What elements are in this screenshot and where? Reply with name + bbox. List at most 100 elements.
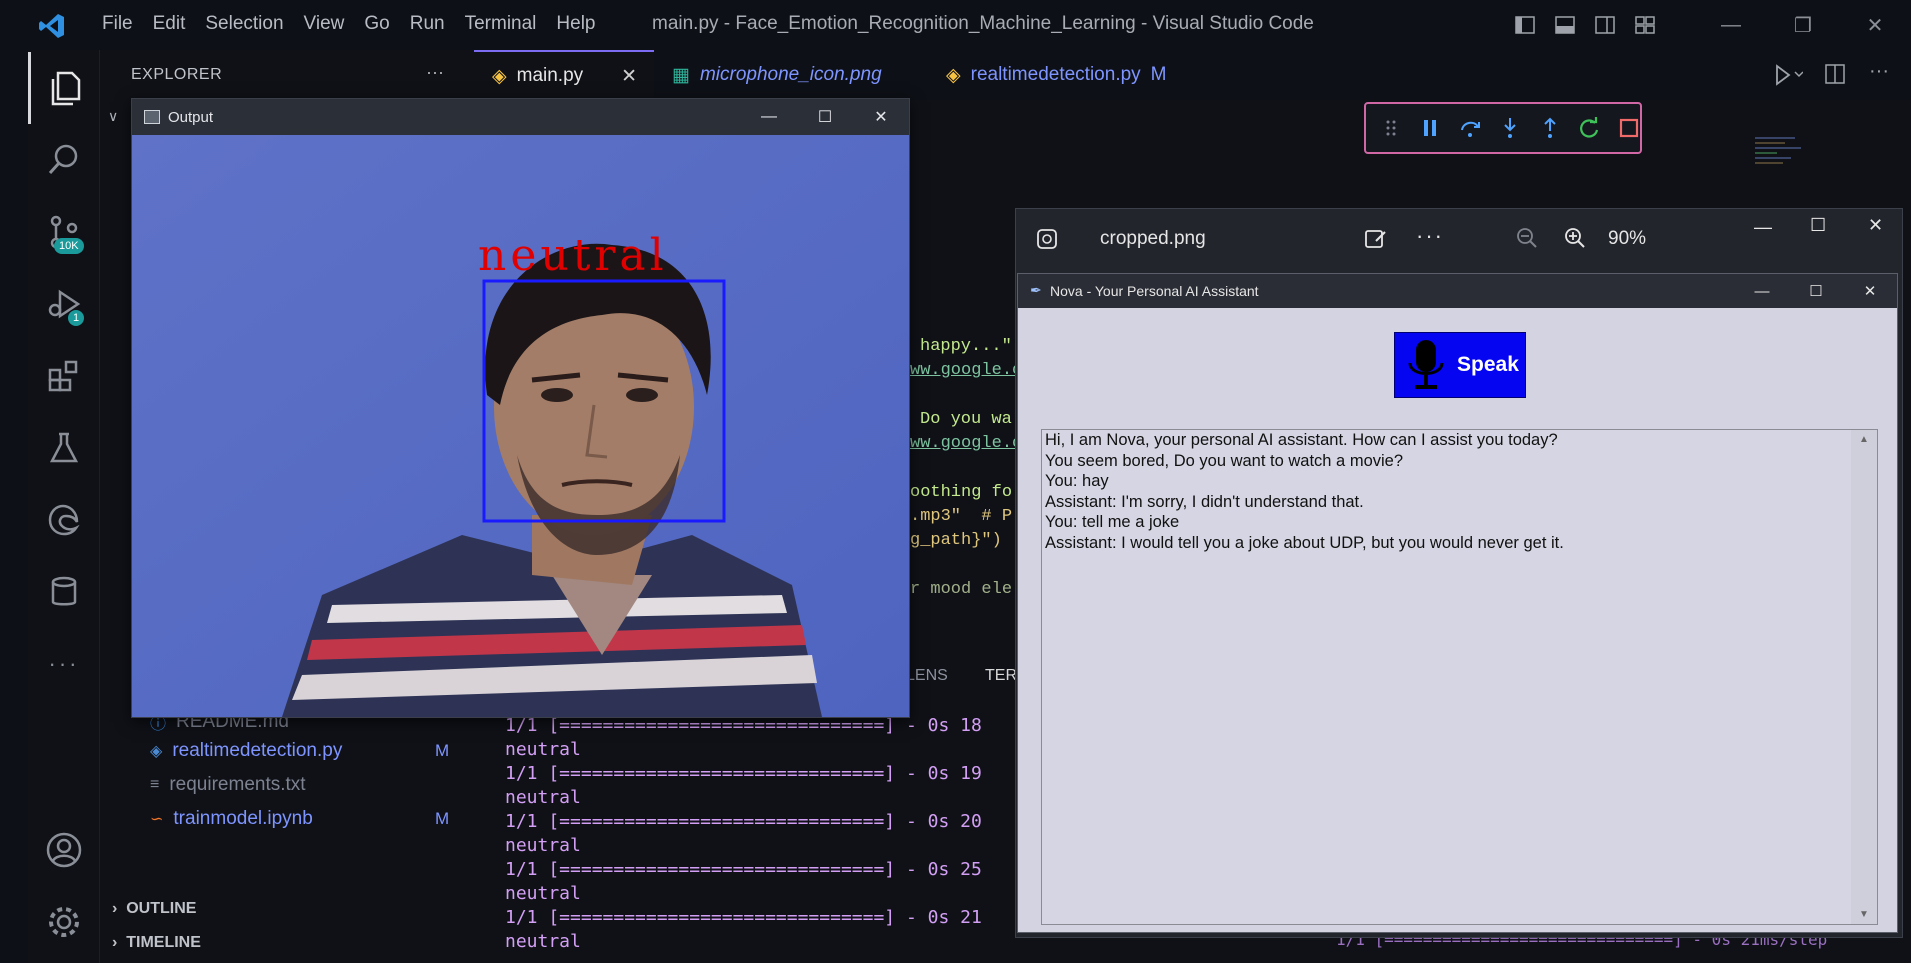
- zoom-out-icon[interactable]: [1516, 227, 1538, 254]
- maximize-icon[interactable]: ☐: [797, 99, 853, 135]
- menu-run[interactable]: Run: [400, 13, 455, 35]
- file-requirements[interactable]: ≡ requirements.txt: [150, 774, 306, 796]
- maximize-icon[interactable]: ☐: [1810, 215, 1826, 236]
- run-python-file-icon[interactable]: [1775, 64, 1804, 91]
- close-icon[interactable]: ✕: [853, 99, 909, 135]
- terminal-line: neutral: [505, 835, 581, 856]
- restart-icon[interactable]: [1578, 117, 1600, 139]
- step-into-icon[interactable]: [1499, 117, 1521, 139]
- desktop: File Edit Selection View Go Run Terminal…: [0, 0, 1911, 963]
- menu-selection[interactable]: Selection: [195, 13, 293, 35]
- chat-line: You: tell me a joke: [1045, 513, 1180, 531]
- editor-more-icon[interactable]: ···: [1869, 60, 1889, 83]
- more-options-icon[interactable]: ···: [1416, 223, 1444, 249]
- menu-bar: File Edit Selection View Go Run Terminal…: [92, 13, 606, 35]
- menu-edit[interactable]: Edit: [143, 13, 196, 35]
- menu-go[interactable]: Go: [354, 13, 399, 35]
- chat-line: Assistant: I'm sorry, I didn't understan…: [1045, 492, 1364, 511]
- title-bar-controls: — ❐ ✕: [1505, 0, 1911, 50]
- folder-chevron-icon[interactable]: ∨: [108, 108, 118, 125]
- zoom-level[interactable]: 90%: [1608, 228, 1646, 250]
- toggle-panel-icon[interactable]: [1545, 0, 1585, 50]
- tab-main-py[interactable]: ◈ main.py ✕: [474, 50, 654, 100]
- menu-file[interactable]: File: [92, 13, 143, 35]
- code-line: ww.google.c: [910, 361, 1023, 380]
- customize-layout-icon[interactable]: [1625, 0, 1665, 50]
- close-icon[interactable]: ✕: [1868, 215, 1883, 236]
- menu-help[interactable]: Help: [546, 13, 605, 35]
- minimize-icon[interactable]: —: [1754, 217, 1772, 238]
- terminal-line: neutral: [505, 883, 581, 904]
- more-icon[interactable]: ···: [28, 628, 100, 700]
- file-realtimedetection[interactable]: ◈ realtimedetection.py M: [150, 740, 449, 762]
- tab-code-lens[interactable]: LENS: [906, 667, 948, 685]
- editor-tabs: ◈ main.py ✕ ▦ microphone_icon.png ◈ real…: [474, 50, 1911, 100]
- tab-microphone-icon-png[interactable]: ▦ microphone_icon.png: [672, 50, 882, 100]
- nova-title: Nova - Your Personal AI Assistant: [1050, 283, 1259, 299]
- step-out-icon[interactable]: [1539, 117, 1561, 139]
- close-icon[interactable]: ✕: [1839, 0, 1911, 50]
- step-over-icon[interactable]: [1459, 117, 1481, 139]
- code-line: g_path}"): [910, 531, 1002, 550]
- accounts-icon[interactable]: [28, 814, 100, 886]
- edit-image-icon[interactable]: [1364, 227, 1388, 256]
- file-trainmodel[interactable]: ∽ trainmodel.ipynb M: [150, 808, 449, 830]
- outline-section[interactable]: › OUTLINE: [112, 900, 196, 918]
- menu-terminal[interactable]: Terminal: [455, 13, 547, 35]
- chat-scrollbar[interactable]: ▲ ▼: [1851, 430, 1877, 924]
- extensions-icon[interactable]: [28, 340, 100, 412]
- minimize-icon[interactable]: —: [741, 99, 797, 135]
- tab-close-icon[interactable]: ✕: [621, 65, 637, 88]
- photos-filename: cropped.png: [1100, 228, 1206, 249]
- chat-line: You: hay: [1045, 472, 1109, 490]
- database-icon[interactable]: [28, 556, 100, 628]
- edge-devtools-icon[interactable]: [28, 484, 100, 556]
- pause-icon[interactable]: [1420, 117, 1442, 139]
- speak-button[interactable]: Speak: [1394, 332, 1526, 398]
- toggle-secondary-sidebar-icon[interactable]: [1585, 0, 1625, 50]
- activity-bar: 10K 1 ···: [28, 50, 100, 963]
- scroll-down-icon[interactable]: ▼: [1859, 909, 1869, 920]
- webcam-image: [132, 135, 909, 717]
- explorer-icon[interactable]: [28, 52, 100, 124]
- terminal-line: 1/1 [==============================] - 0…: [505, 715, 982, 736]
- code-line: oothing fo: [910, 483, 1013, 502]
- terminal-line: 1/1 [==============================] - 0…: [505, 763, 982, 784]
- timeline-section[interactable]: › TIMELINE: [112, 934, 201, 952]
- chat-log[interactable]: Hi, I am Nova, your personal AI assistan…: [1041, 429, 1878, 925]
- modified-badge: M: [435, 809, 450, 828]
- menu-view[interactable]: View: [294, 13, 355, 35]
- scm-badge: 10K: [54, 238, 84, 254]
- split-editor-icon[interactable]: [1825, 64, 1845, 89]
- zoom-in-icon[interactable]: [1564, 227, 1586, 254]
- terminal-line: neutral: [505, 931, 581, 952]
- code-line: Do you wa: [920, 410, 1012, 429]
- maximize-icon[interactable]: ☐: [1789, 274, 1843, 308]
- tab-terminal[interactable]: TER: [985, 667, 1017, 685]
- output-window-titlebar[interactable]: Output — ☐ ✕: [132, 99, 909, 135]
- terminal-line: 1/1 [==============================] - 0…: [505, 811, 982, 832]
- chat-line: Hi, I am Nova, your personal AI assistan…: [1045, 431, 1558, 449]
- minimap: [1755, 134, 1815, 204]
- search-icon[interactable]: [28, 124, 100, 196]
- minimize-icon[interactable]: —: [1735, 274, 1789, 308]
- tab-realtimedetection-py[interactable]: ◈ realtimedetection.py M: [946, 50, 1167, 100]
- minimize-icon[interactable]: —: [1695, 0, 1767, 50]
- toggle-primary-sidebar-icon[interactable]: [1505, 0, 1545, 50]
- settings-gear-icon[interactable]: [28, 886, 100, 958]
- nova-titlebar[interactable]: ✒ Nova - Your Personal AI Assistant — ☐ …: [1018, 274, 1897, 308]
- debug-toolbar: [1364, 102, 1642, 154]
- emotion-label: neutral: [478, 230, 668, 281]
- drag-handle-icon[interactable]: [1380, 117, 1402, 139]
- explorer-more-icon[interactable]: ···: [426, 62, 444, 83]
- source-control-icon[interactable]: 10K: [28, 196, 100, 268]
- run-debug-icon[interactable]: 1: [28, 268, 100, 340]
- debug-badge: 1: [68, 310, 85, 326]
- stop-icon[interactable]: [1618, 117, 1640, 139]
- python-file-icon: ◈: [492, 65, 507, 87]
- testing-icon[interactable]: [28, 412, 100, 484]
- close-icon[interactable]: ✕: [1843, 274, 1897, 308]
- restore-icon[interactable]: ❐: [1767, 0, 1839, 50]
- output-window: Output — ☐ ✕ neutral: [131, 98, 910, 718]
- scroll-up-icon[interactable]: ▲: [1859, 434, 1869, 445]
